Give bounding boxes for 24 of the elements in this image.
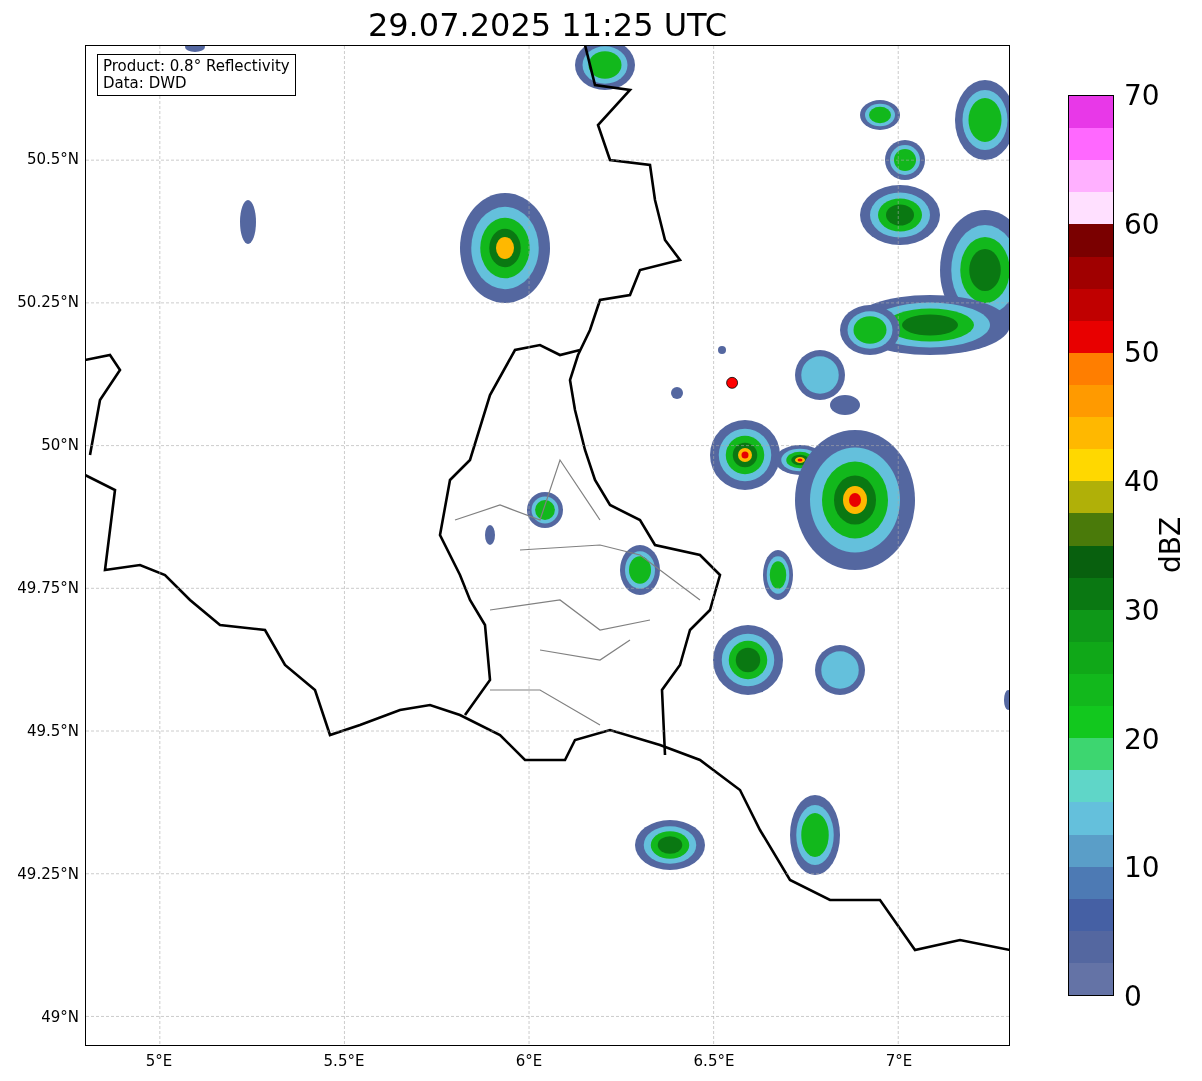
y-tick-label: 49.25°N xyxy=(17,865,79,884)
colorbar-tick-label: 30 xyxy=(1124,593,1160,627)
x-tick-label: 6°E xyxy=(515,1052,543,1070)
colorbar-tick-label: 20 xyxy=(1124,722,1160,756)
colorbar-tick-label: 40 xyxy=(1124,464,1160,498)
x-tick-label: 5.5°E xyxy=(323,1052,365,1070)
colorbar-tick-label: 0 xyxy=(1124,979,1142,1013)
x-tick-label: 7°E xyxy=(885,1052,913,1070)
colorbar-tick-label: 60 xyxy=(1124,207,1160,241)
legend-text: Product: 0.8° Reflectivity xyxy=(103,58,290,75)
colorbar-tick-label: 10 xyxy=(1124,850,1160,884)
legend-text: Data: DWD xyxy=(103,75,188,92)
colorbar-tick-label: 70 xyxy=(1124,78,1160,112)
x-tick-label: 6.5°E xyxy=(693,1052,735,1070)
y-tick-label: 49°N xyxy=(41,1008,79,1027)
y-tick-label: 50°N xyxy=(41,436,79,455)
y-tick-label: 50.25°N xyxy=(17,293,79,312)
y-tick-label: 49.5°N xyxy=(26,722,79,741)
x-tick-label: 5°E xyxy=(145,1052,173,1070)
y-tick-label: 50.5°N xyxy=(26,150,79,169)
colorbar-label: dBZ xyxy=(1153,516,1187,574)
chart-title: 29.07.2025 11:25 UTC xyxy=(366,5,729,45)
colorbar-tick-label: 50 xyxy=(1124,335,1160,369)
y-tick-label: 49.75°N xyxy=(17,579,79,598)
